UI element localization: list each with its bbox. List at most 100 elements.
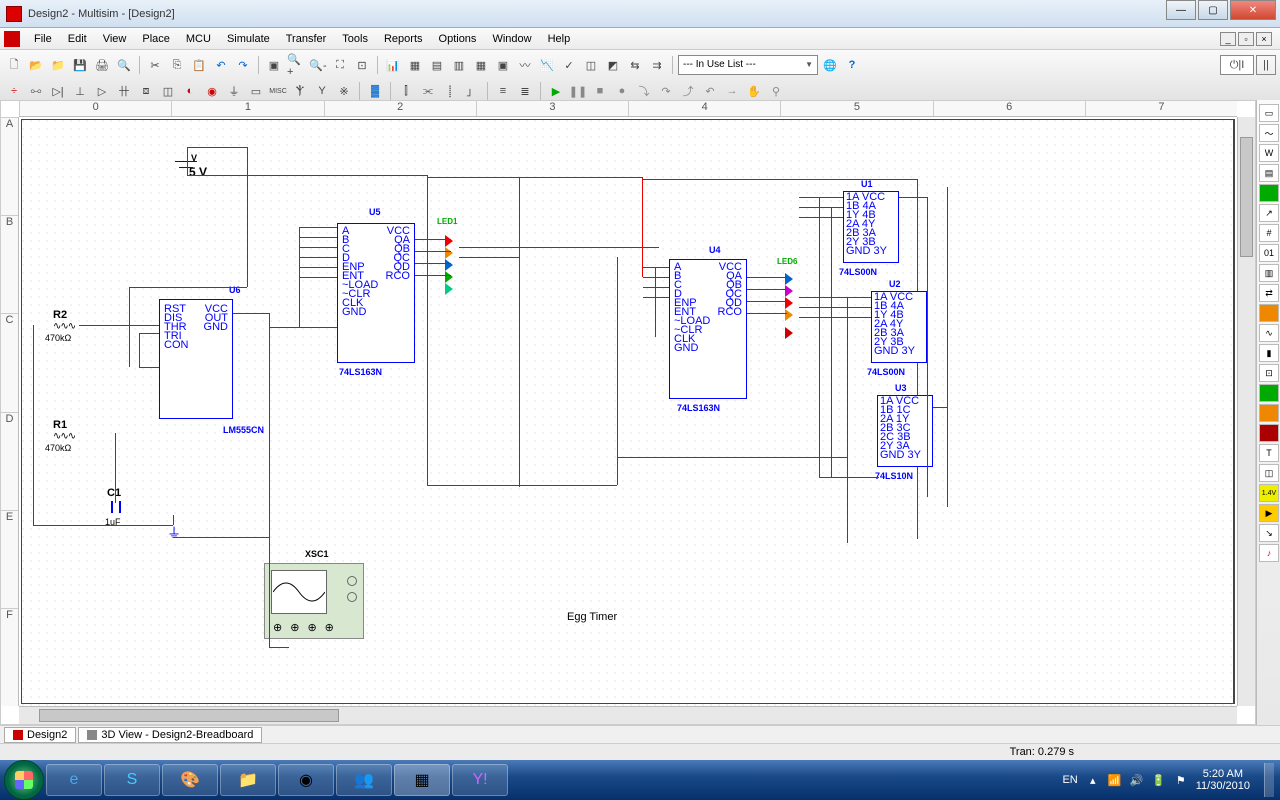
logic-converter-icon[interactable]: ⇄ xyxy=(1259,284,1279,302)
wattmeter-icon[interactable]: W xyxy=(1259,144,1279,162)
network-icon[interactable]: ⊡ xyxy=(1259,364,1279,382)
place-ni-icon[interactable]: ※ xyxy=(334,81,354,101)
funcgen-icon[interactable]: 〜 xyxy=(1259,124,1279,142)
comp-u6[interactable]: RSTDISTHRTRICON VCCOUTGND xyxy=(159,299,233,419)
vscroll-thumb[interactable] xyxy=(1240,137,1253,257)
place-source-icon[interactable]: ÷ xyxy=(4,81,24,101)
help-icon[interactable]: ? xyxy=(842,55,862,75)
save-icon[interactable]: 💾 xyxy=(70,55,90,75)
pause-icon[interactable]: ❚❚ xyxy=(568,81,588,101)
led10-darkred[interactable] xyxy=(785,327,793,339)
place-cmos-icon[interactable]: ⧈ xyxy=(136,81,156,101)
place-net-icon[interactable]: ⸽ xyxy=(440,81,460,101)
maximize-button[interactable]: ▢ xyxy=(1198,0,1228,20)
spreadsheet-icon[interactable]: 📊 xyxy=(383,55,403,75)
bode-icon[interactable]: ↗ xyxy=(1259,204,1279,222)
agilent-fg-icon[interactable] xyxy=(1259,384,1279,402)
place-diode-icon[interactable]: ▷| xyxy=(48,81,68,101)
mdi-restore[interactable]: ▫ xyxy=(1238,32,1254,46)
word-gen-icon[interactable]: 01 xyxy=(1259,244,1279,262)
minimize-button[interactable]: — xyxy=(1166,0,1196,20)
menu-options[interactable]: Options xyxy=(431,31,485,47)
show-desktop-button[interactable] xyxy=(1264,763,1274,797)
menu-transfer[interactable]: Transfer xyxy=(278,31,335,47)
forward-annotate-icon[interactable]: ⇉ xyxy=(647,55,667,75)
stop-icon[interactable]: ■ xyxy=(590,81,610,101)
copy-icon[interactable]: ⎘ xyxy=(167,55,187,75)
place-advanced-icon[interactable]: MISC xyxy=(268,81,288,101)
agilent-scope-icon[interactable] xyxy=(1259,424,1279,442)
menu-help[interactable]: Help xyxy=(540,31,579,47)
led9-orange[interactable] xyxy=(785,309,793,321)
grapher-icon[interactable]: ▦ xyxy=(405,55,425,75)
zoomin-icon[interactable]: 🔍+ xyxy=(286,55,306,75)
mdi-minimize[interactable]: _ xyxy=(1220,32,1236,46)
spectrum-icon[interactable]: ▮ xyxy=(1259,344,1279,362)
capture-icon[interactable]: ◫ xyxy=(581,55,601,75)
comp-u1[interactable]: 1A VCC1B 4A1Y 4B2A 4Y2B 3A2Y 3BGND 3Y xyxy=(843,191,899,263)
place-connector-icon[interactable]: ⫘ xyxy=(418,81,438,101)
mdi-close[interactable]: × xyxy=(1256,32,1272,46)
sim-switch-icon[interactable]: ⏻|I xyxy=(1220,55,1254,75)
place-power-icon[interactable]: ⏚ xyxy=(224,81,244,101)
tray-volume-icon[interactable]: 🔊 xyxy=(1130,773,1144,787)
probe-voltage-icon[interactable]: 1.4V xyxy=(1259,484,1279,502)
place-rf-icon[interactable]: Ⲯ xyxy=(290,81,310,101)
place-mixed-icon[interactable]: ◐ xyxy=(180,81,200,101)
tray-flag-icon[interactable]: ⚑ xyxy=(1174,773,1188,787)
hscroll-thumb[interactable] xyxy=(39,709,339,722)
task-chrome[interactable]: ◉ xyxy=(278,764,334,796)
place-bus-icon[interactable]: ⫿ xyxy=(396,81,416,101)
horizontal-scrollbar[interactable] xyxy=(19,706,1237,724)
oscilloscope[interactable]: ⊕⊕⊕⊕ xyxy=(264,563,364,639)
globe-icon[interactable]: 🌐 xyxy=(820,55,840,75)
probe-icon[interactable]: ⚲ xyxy=(766,81,786,101)
menu-reports[interactable]: Reports xyxy=(376,31,431,47)
place-hierarchical-icon[interactable]: ▓ xyxy=(365,81,385,101)
tray-clock[interactable]: 5:20 AM 11/30/2010 xyxy=(1196,768,1250,792)
led-teal[interactable] xyxy=(445,283,453,295)
analysis-icon[interactable]: 〰 xyxy=(515,55,535,75)
cut-icon[interactable]: ✂ xyxy=(145,55,165,75)
place-misc-icon[interactable]: ◫ xyxy=(158,81,178,101)
fullscreen-icon[interactable]: ▣ xyxy=(264,55,284,75)
agilent-mm-icon[interactable] xyxy=(1259,404,1279,422)
tray-battery-icon[interactable]: 🔋 xyxy=(1152,773,1166,787)
print-icon[interactable]: 🖨 xyxy=(92,55,112,75)
menu-window[interactable]: Window xyxy=(484,31,539,47)
place-indicator-icon[interactable]: ◉ xyxy=(202,81,222,101)
led-green[interactable] xyxy=(445,271,453,283)
place-basic-icon[interactable]: ⧟ xyxy=(26,81,46,101)
place-analog-icon[interactable]: ▷ xyxy=(92,81,112,101)
comp-u5[interactable]: ABCDENPENT~LOAD~CLRCLKGND VCCQAQBQCQDRCO xyxy=(337,223,415,363)
menu-file[interactable]: File xyxy=(26,31,60,47)
led-red[interactable] xyxy=(445,235,453,247)
open2-icon[interactable]: 📁 xyxy=(48,55,68,75)
elec-rules-icon[interactable]: ✓ xyxy=(559,55,579,75)
oscilloscope-icon[interactable]: ▤ xyxy=(1259,164,1279,182)
4ch-scope-icon[interactable] xyxy=(1259,184,1279,202)
place-electromech-icon[interactable]: Y xyxy=(312,81,332,101)
wizard-icon[interactable]: ▣ xyxy=(493,55,513,75)
schematic-canvas[interactable]: V 5 V R2 ∿∿∿ 470kΩ R1 ∿∿∿ 470kΩ xyxy=(19,117,1237,706)
tray-network-icon[interactable]: 📶 xyxy=(1108,773,1122,787)
postprocessor-icon[interactable]: 📉 xyxy=(537,55,557,75)
zoomfit-icon[interactable]: ⊡ xyxy=(352,55,372,75)
led7-magenta[interactable] xyxy=(785,285,793,297)
place-misc2-icon[interactable]: ▭ xyxy=(246,81,266,101)
menu-simulate[interactable]: Simulate xyxy=(219,31,278,47)
tab-3dview[interactable]: 3D View - Design2-Breadboard xyxy=(78,727,262,743)
step-back-icon[interactable]: ↶ xyxy=(700,81,720,101)
tab-design2[interactable]: Design2 xyxy=(4,727,76,743)
back-annotate-icon[interactable]: ⇆ xyxy=(625,55,645,75)
task-yahoo[interactable]: Y! xyxy=(452,764,508,796)
step-into-icon[interactable]: ⤵ xyxy=(634,81,654,101)
step-over-icon[interactable]: ↷ xyxy=(656,81,676,101)
measurement-icon[interactable]: ↘ xyxy=(1259,524,1279,542)
vertical-scrollbar[interactable] xyxy=(1237,117,1255,706)
breadboard-icon[interactable]: ▥ xyxy=(449,55,469,75)
breakpoint-icon[interactable]: ✋ xyxy=(744,81,764,101)
run-icon[interactable]: ▶ xyxy=(546,81,566,101)
place-ttl-icon[interactable]: 卄 xyxy=(114,81,134,101)
iv-analyzer-icon[interactable] xyxy=(1259,304,1279,322)
